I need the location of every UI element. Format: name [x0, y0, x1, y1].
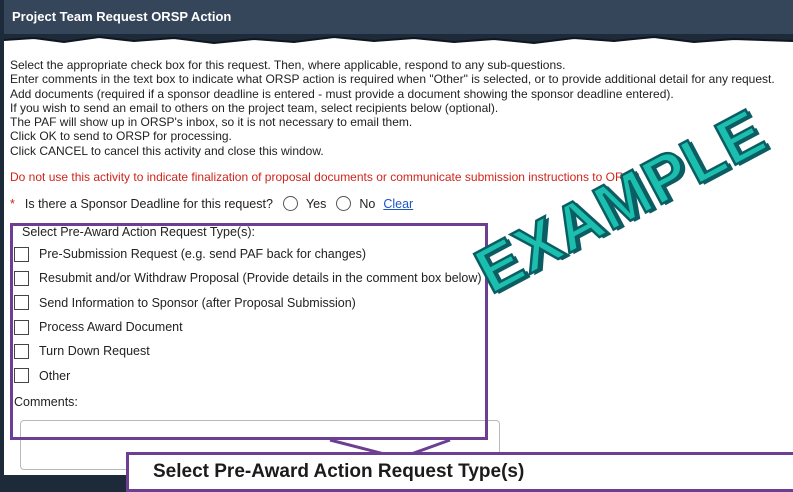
request-option-send-info-sponsor[interactable]: Send Information to Sponsor (after Propo…	[14, 291, 484, 315]
instruction-line: Enter comments in the text box to indica…	[10, 72, 775, 87]
callout-text: Select Pre-Award Action Request Type(s)	[153, 461, 525, 482]
request-option-turn-down[interactable]: Turn Down Request	[14, 339, 484, 363]
window-title: Project Team Request ORSP Action	[4, 0, 793, 34]
checkbox[interactable]	[14, 319, 29, 335]
instruction-line: Select the appropriate check box for thi…	[10, 58, 566, 72]
checkbox[interactable]	[14, 270, 29, 286]
checkbox[interactable]	[14, 368, 29, 384]
deadline-no-radio[interactable]	[336, 196, 352, 211]
instruction-line: If you wish to send an email to others o…	[10, 100, 499, 115]
checkbox[interactable]	[14, 343, 29, 359]
warning-text: Do not use this activity to indicate fin…	[10, 170, 642, 184]
request-option-process-award[interactable]: Process Award Document	[14, 315, 484, 339]
deadline-yes-label[interactable]: Yes	[306, 197, 326, 211]
request-option-pre-submission[interactable]: Pre-Submission Request (e.g. send PAF ba…	[14, 242, 484, 266]
request-option-other[interactable]: Other	[14, 363, 484, 387]
sponsor-deadline-question: * Is there a Sponsor Deadline for this r…	[10, 196, 413, 211]
request-option-resubmit-withdraw[interactable]: Resubmit and/or Withdraw Proposal (Provi…	[14, 266, 484, 290]
deadline-yes-radio[interactable]	[282, 196, 298, 211]
torn-edge-divider	[4, 34, 793, 45]
instruction-line: Add documents (required if a sponsor dea…	[10, 86, 674, 101]
option-label: Pre-Submission Request (e.g. send PAF ba…	[39, 247, 367, 262]
request-type-title: Select Pre-Award Action Request Type(s):	[22, 225, 255, 239]
option-label: Send Information to Sponsor (after Propo…	[39, 295, 356, 310]
dialog-window: Project Team Request ORSP Action Select …	[4, 0, 793, 475]
callout-box: Select Pre-Award Action Request Type(s)	[126, 452, 793, 492]
instruction-line: The PAF will show up in ORSP's inbox, so…	[10, 115, 413, 130]
option-label: Other	[39, 368, 71, 383]
option-label: Resubmit and/or Withdraw Proposal (Provi…	[39, 271, 482, 286]
request-type-section: Select Pre-Award Action Request Type(s):…	[14, 222, 484, 412]
checkbox[interactable]	[14, 295, 29, 311]
deadline-question-label: Is there a Sponsor Deadline for this req…	[24, 196, 273, 211]
comments-label: Comments:	[14, 394, 78, 409]
option-label: Process Award Document	[39, 320, 183, 335]
checkbox[interactable]	[14, 246, 29, 262]
option-label: Turn Down Request	[39, 344, 150, 359]
deadline-clear-link[interactable]: Clear	[383, 197, 413, 211]
deadline-no-label[interactable]: No	[359, 197, 375, 211]
required-marker: *	[10, 196, 15, 211]
